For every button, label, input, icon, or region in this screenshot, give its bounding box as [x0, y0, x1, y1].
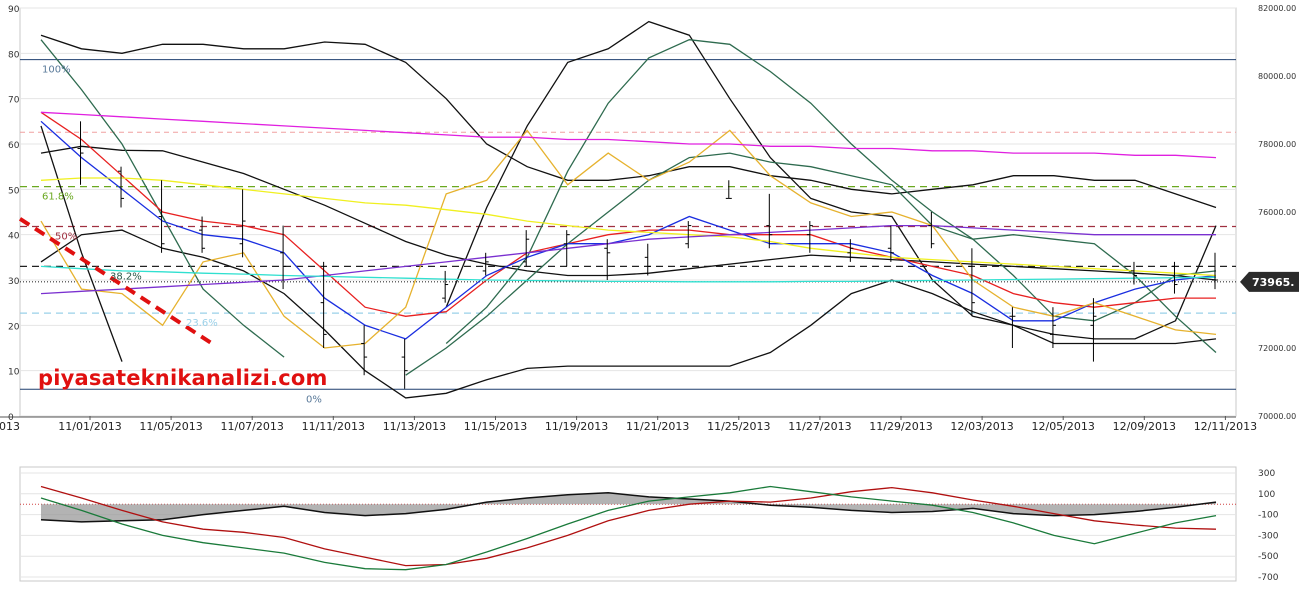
y-left-tick-label: 10 [8, 368, 20, 378]
x-tick-label: 12/03/2013 [950, 420, 1013, 433]
y-left-tick-label: 80 [8, 50, 20, 60]
fib-label: 100% [42, 65, 71, 76]
oscillator-plot-area [19, 466, 1237, 582]
chart-stage: 010203040506070809070000.0072000.0074000… [0, 0, 1299, 586]
y-left-tick-label: 90 [8, 5, 20, 15]
osc-y-tick-label: 100 [1258, 490, 1275, 500]
y-left-tick-label: 70 [8, 96, 20, 106]
y-left-tick-label: 30 [8, 277, 20, 287]
y-right-tick-label: 80000.00 [1258, 72, 1296, 81]
x-tick-label: 12/11/2013 [1194, 420, 1257, 433]
y-left-tick-label: 20 [8, 322, 20, 332]
y-right-tick-label: 70000.00 [1258, 412, 1296, 421]
y-left-tick-label: 40 [8, 232, 20, 242]
x-tick-label: 11/15/2013 [464, 420, 527, 433]
x-tick-label: 12/09/2013 [1113, 420, 1176, 433]
fib-label: 61.8% [42, 192, 74, 203]
price-chart: 010203040506070809070000.0072000.0074000… [0, 4, 1299, 583]
x-tick-label: 11/05/2013 [139, 420, 202, 433]
fib-label: 50% [55, 232, 77, 243]
fib-label: 23.6% [186, 318, 218, 329]
x-tick-label: 2013 [0, 420, 20, 433]
osc-y-tick-label: -300 [1258, 531, 1279, 541]
x-tick-label: 11/19/2013 [545, 420, 608, 433]
last-price-tag: 73965. [1240, 271, 1299, 292]
osc-y-tick-label: 300 [1258, 469, 1275, 479]
y-left-tick-label: 50 [8, 186, 20, 196]
osc-y-tick-label: -100 [1258, 511, 1279, 521]
main-plot-area [19, 7, 1237, 417]
x-tick-label: 11/11/2013 [302, 420, 365, 433]
y-right-tick-label: 78000.00 [1258, 140, 1296, 149]
y-right-tick-label: 82000.00 [1258, 4, 1296, 13]
x-tick-label: 12/05/2013 [1031, 420, 1094, 433]
osc-y-tick-label: -700 [1258, 573, 1279, 583]
x-tick-label: 11/21/2013 [626, 420, 689, 433]
x-tick-label: 11/25/2013 [707, 420, 770, 433]
x-tick-label: 11/01/2013 [58, 420, 121, 433]
osc-y-tick-label: -500 [1258, 552, 1279, 562]
x-tick-label: 11/27/2013 [788, 420, 851, 433]
y-left-tick-label: 60 [8, 141, 20, 151]
y-right-tick-label: 76000.00 [1258, 208, 1296, 217]
fib-label: 0% [306, 394, 322, 405]
fib-label: 38.2% [110, 271, 142, 282]
x-tick-label: 11/07/2013 [220, 420, 283, 433]
last-price-value: 73965. [1252, 276, 1294, 289]
x-tick-label: 11/13/2013 [383, 420, 446, 433]
y-right-tick-label: 72000.00 [1258, 344, 1296, 353]
x-tick-label: 11/29/2013 [869, 420, 932, 433]
watermark-text: piyasateknikanalizi.com [38, 366, 328, 390]
